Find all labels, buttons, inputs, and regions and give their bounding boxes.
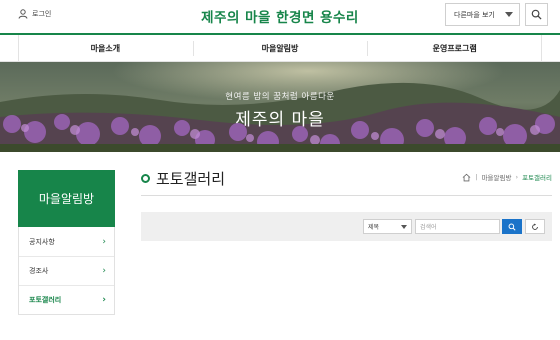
breadcrumb-separator: › xyxy=(515,173,519,181)
page-title-area: 포토갤러리 xyxy=(141,168,225,189)
nav-item-notice-room[interactable]: 마을알림방 xyxy=(192,35,368,61)
sidebar-item-photo-gallery[interactable]: 포토갤러리 › xyxy=(19,285,114,314)
search-submit-button[interactable] xyxy=(502,219,522,234)
sidebar-menu: 공지사항 › 경조사 › 포토갤러리 › xyxy=(18,227,115,315)
search-field-select-value: 제목 xyxy=(368,224,380,231)
gallery-search-bar: 제목 검색어 xyxy=(141,212,552,241)
banner-title: 제주의 마을 xyxy=(235,110,325,130)
hero-banner: 현여름 밤의 꿈처럼 아름다운 제주의 마을 xyxy=(0,62,560,152)
refresh-icon xyxy=(532,222,538,230)
page-title: 포토갤러리 xyxy=(156,170,226,188)
nav-item-village-intro[interactable]: 마을소개 xyxy=(18,35,193,61)
title-divider xyxy=(141,195,552,196)
header-search-button[interactable] xyxy=(525,3,548,26)
breadcrumb-current: 포토갤러리 xyxy=(522,174,552,182)
sidebar-item-label: 포토갤러리 xyxy=(29,296,62,304)
title-bullet-icon xyxy=(141,174,150,183)
other-village-dropdown[interactable]: 다른마을 보기 xyxy=(445,3,520,26)
chevron-right-icon: › xyxy=(102,295,106,305)
search-field-select[interactable]: 제목 xyxy=(363,219,412,234)
sidebar-item-notices[interactable]: 공지사항 › xyxy=(19,227,114,256)
sidebar-item-label: 경조사 xyxy=(29,267,49,275)
breadcrumb-parent[interactable]: 마을알림방 xyxy=(482,172,512,182)
nav-item-programs[interactable]: 운영프로그램 xyxy=(367,35,542,61)
search-keyword-placeholder: 검색어 xyxy=(420,224,437,231)
sidebar-heading: 마을알림방 xyxy=(18,170,115,227)
breadcrumb: | 마을알림방 › 포토갤러리 xyxy=(462,172,552,182)
other-village-label: 다른마을 보기 xyxy=(454,10,495,19)
chevron-down-icon xyxy=(505,12,513,17)
home-icon[interactable] xyxy=(462,173,471,182)
search-keyword-input[interactable]: 검색어 xyxy=(415,219,500,234)
sidebar-item-family-events[interactable]: 경조사 › xyxy=(19,256,114,285)
search-icon xyxy=(531,9,542,20)
chevron-right-icon: › xyxy=(102,236,106,247)
search-icon xyxy=(508,223,516,231)
sidebar-item-label: 공지사항 xyxy=(29,237,55,246)
banner-subtitle: 현여름 밤의 꿈처럼 아름다운 xyxy=(225,92,335,102)
chevron-right-icon: › xyxy=(102,266,106,276)
search-reset-button[interactable] xyxy=(525,219,545,234)
main-navigation: 마을소개 마을알림방 운영프로그램 xyxy=(0,33,560,62)
breadcrumb-separator: | xyxy=(475,173,478,181)
chevron-down-icon xyxy=(401,225,407,229)
site-header: 로그인 제주의 마을 한경면 용수리 다른마을 보기 xyxy=(0,0,560,33)
